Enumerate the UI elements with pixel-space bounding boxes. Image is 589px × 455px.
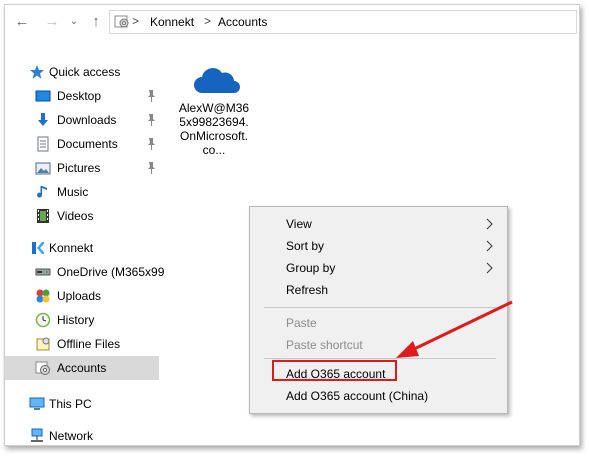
menu-item-label: Add O365 account (China) <box>286 389 429 403</box>
sidebar-item-pictures[interactable]: Pictures <box>5 156 159 180</box>
gear-icon <box>35 361 50 375</box>
sidebar-item-this-pc[interactable]: This PC <box>5 392 159 416</box>
sidebar-item-label: Documents <box>57 137 118 151</box>
sidebar-item-label: Offline Files <box>57 337 121 351</box>
menu-item-label: Group by <box>286 261 336 275</box>
menu-item-label: Sort by <box>286 239 325 253</box>
download-icon <box>38 113 48 126</box>
menu-item-label: View <box>286 217 312 231</box>
star-icon <box>30 65 44 79</box>
sidebar-item-label: Quick access <box>49 65 121 79</box>
address-bar[interactable]: > Konnekt > Accounts <box>109 10 577 34</box>
sidebar-item-network[interactable]: Network <box>5 424 159 445</box>
pin-icon[interactable] <box>145 113 157 127</box>
menu-separator <box>264 358 496 359</box>
chevron-right-icon <box>486 262 493 274</box>
back-arrow-icon[interactable]: ← <box>13 13 31 31</box>
sidebar-item-videos[interactable]: Videos <box>5 204 159 228</box>
sidebar-item-label: Music <box>57 185 89 199</box>
sidebar-item-label: Accounts <box>57 361 107 375</box>
sidebar-item-documents[interactable]: Documents <box>5 132 159 156</box>
sidebar-item-label: Pictures <box>57 161 101 175</box>
documents-icon <box>37 136 49 152</box>
forward-arrow-icon[interactable]: → <box>43 13 61 31</box>
menu-item-add-o365-account-china[interactable]: Add O365 account (China) <box>250 385 507 407</box>
menu-item-label: Refresh <box>286 283 329 297</box>
navigation-bar: ← → ⌄ ↑ > Konnekt > Accounts <box>5 5 579 39</box>
breadcrumb-separator: > <box>132 14 140 28</box>
menu-item-paste[interactable]: Paste <box>250 312 507 334</box>
sidebar-item-label: Desktop <box>57 89 102 103</box>
sidebar-item-label: Uploads <box>57 289 102 303</box>
menu-item-view[interactable]: View <box>250 213 507 235</box>
sidebar-item-history[interactable]: History <box>5 308 159 332</box>
menu-separator <box>264 307 496 308</box>
konnekt-icon <box>32 242 44 254</box>
menu-item-label: Paste <box>286 316 317 330</box>
menu-item-paste-shortcut[interactable]: Paste shortcut <box>250 334 507 356</box>
breadcrumb-separator: > <box>204 14 212 28</box>
sidebar-item-accounts[interactable]: Accounts <box>5 356 159 380</box>
chevron-right-icon <box>486 240 493 252</box>
menu-item-group-by[interactable]: Group by <box>250 257 507 279</box>
sidebar-item-label: This PC <box>49 397 92 411</box>
cloud-icon <box>194 68 240 93</box>
sidebar-item-quick-access[interactable]: Quick access <box>5 60 159 84</box>
gear-icon <box>114 15 129 28</box>
sidebar-item-label: History <box>57 313 95 327</box>
sidebar-item-offline-files[interactable]: Offline Files <box>5 332 159 356</box>
sidebar-item-desktop[interactable]: Desktop <box>5 84 159 108</box>
recent-locations-chevron-icon[interactable]: ⌄ <box>65 13 83 31</box>
pictures-icon <box>35 162 51 175</box>
sidebar-item-label: Downloads <box>57 113 117 127</box>
menu-item-sort-by[interactable]: Sort by <box>250 235 507 257</box>
menu-item-label: Paste shortcut <box>286 338 363 352</box>
pin-icon[interactable] <box>145 89 157 103</box>
file-name-label: AlexW@M365x99823694.OnMicrosoft.co... <box>178 101 250 157</box>
pin-icon[interactable] <box>145 137 157 151</box>
sidebar-item-label: Videos <box>57 209 94 223</box>
music-icon <box>37 186 47 198</box>
sidebar-item-uploads[interactable]: Uploads <box>5 284 159 308</box>
pin-icon[interactable] <box>145 161 157 175</box>
drive-icon <box>35 268 51 276</box>
sidebar-item-label: Konnekt <box>49 241 94 255</box>
sidebar-item-onedrive[interactable]: OneDrive (M365x99 <box>5 260 164 284</box>
breadcrumb-konnekt[interactable]: Konnekt <box>150 15 194 29</box>
chevron-right-icon <box>486 218 493 230</box>
desktop-icon <box>35 90 51 102</box>
sidebar-item-label: OneDrive (M365x99 <box>57 265 165 279</box>
menu-item-refresh[interactable]: Refresh <box>250 279 507 301</box>
videos-icon <box>37 209 49 223</box>
sidebar-item-label: Network <box>49 429 94 443</box>
offline-files-icon <box>36 337 50 351</box>
sidebar-item-downloads[interactable]: Downloads <box>5 108 159 132</box>
sidebar-item-konnekt[interactable]: Konnekt <box>5 236 159 260</box>
highlight-box <box>272 360 397 381</box>
breadcrumb-accounts[interactable]: Accounts <box>218 15 267 29</box>
navigation-pane: Quick access Desktop Downloads Documents… <box>5 60 164 445</box>
uploads-icon <box>36 289 50 303</box>
explorer-window: ← → ⌄ ↑ > Konnekt > Accounts Quick acces… <box>4 4 580 446</box>
network-icon <box>31 428 43 442</box>
up-arrow-icon[interactable]: ↑ <box>87 13 105 31</box>
context-menu: View Sort by Group by Refresh Paste Past… <box>249 206 508 414</box>
history-icon <box>35 312 51 328</box>
computer-icon <box>29 397 45 410</box>
sidebar-item-music[interactable]: Music <box>5 180 159 204</box>
